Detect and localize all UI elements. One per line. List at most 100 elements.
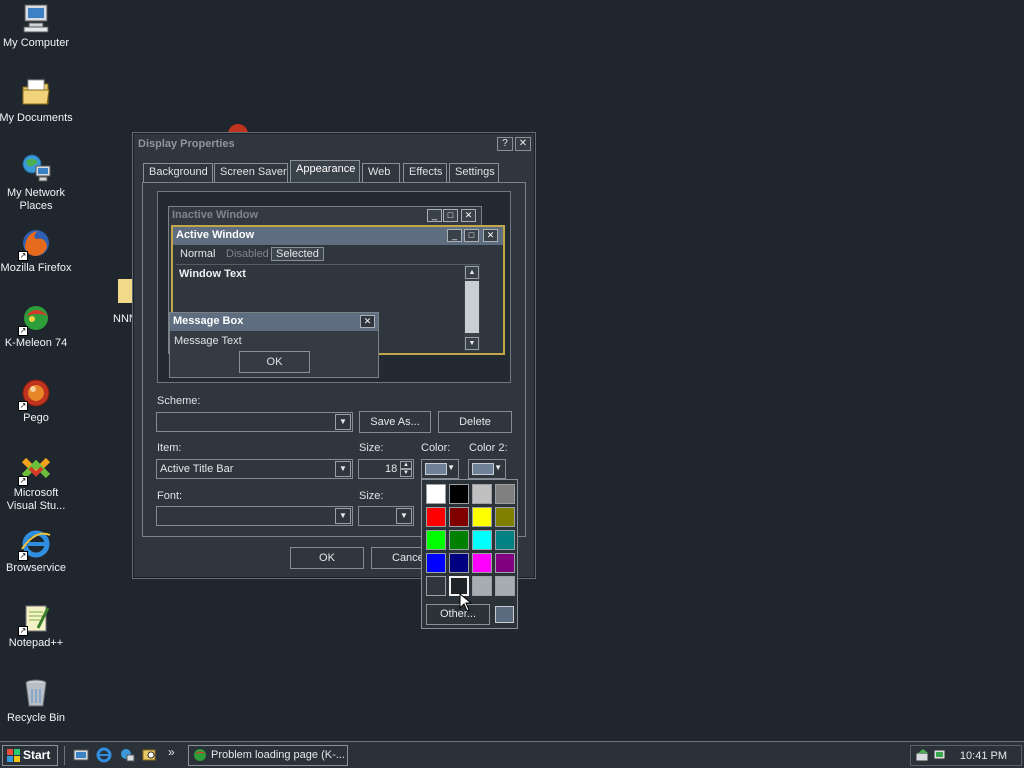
firefox-icon: ↗: [18, 227, 52, 261]
spin-down-icon[interactable]: ▼: [400, 469, 412, 477]
font-label: Font:: [157, 490, 183, 502]
tab-web[interactable]: Web: [362, 163, 400, 182]
other-color-button[interactable]: Other...: [426, 604, 490, 625]
shortcut-arrow-icon: ↗: [18, 626, 28, 636]
chevron-down-icon[interactable]: ▼: [396, 508, 412, 524]
preview-scrollbar[interactable]: ▲ ▼: [464, 265, 480, 351]
palette-color-swatch[interactable]: [472, 530, 492, 550]
show-desktop-icon[interactable]: [73, 747, 89, 763]
minimize-icon: _: [447, 229, 462, 242]
tab-background[interactable]: Background: [143, 163, 213, 182]
taskbar-button-problem-loading[interactable]: Problem loading page (K-...: [188, 745, 348, 766]
menu-normal[interactable]: Normal: [176, 247, 219, 261]
clock[interactable]: 10:41 PM: [960, 750, 1007, 762]
palette-color-swatch[interactable]: [449, 507, 469, 527]
preview-message-box[interactable]: Message Box ✕ Message Text OK: [169, 312, 379, 378]
scroll-up-icon[interactable]: ▲: [465, 266, 479, 279]
palette-color-swatch[interactable]: [426, 484, 446, 504]
delete-button[interactable]: Delete: [438, 411, 512, 433]
palette-color-swatch[interactable]: [495, 484, 515, 504]
palette-color-swatch[interactable]: [495, 530, 515, 550]
search-icon[interactable]: [142, 747, 158, 763]
desktop-icon-network-places[interactable]: My Network Places: [0, 152, 74, 213]
window-text: Window Text: [179, 268, 246, 280]
palette-color-swatch[interactable]: [426, 576, 446, 596]
palette-color-swatch[interactable]: [426, 553, 446, 573]
tray-network-icon[interactable]: [933, 748, 948, 763]
menu-disabled[interactable]: Disabled: [222, 247, 273, 261]
palette-color-swatch[interactable]: [449, 553, 469, 573]
item-value: Active Title Bar: [160, 463, 234, 475]
scheme-label: Scheme:: [157, 395, 201, 407]
spin-up-icon[interactable]: ▲: [400, 461, 412, 469]
desktop-icon-my-computer[interactable]: My Computer: [0, 2, 74, 50]
shortcut-arrow-icon: ↗: [18, 476, 28, 486]
custom-color-swatch[interactable]: [495, 606, 514, 623]
palette-color-swatch[interactable]: [472, 507, 492, 527]
palette-color-swatch[interactable]: [426, 530, 446, 550]
desktop-icon-notepadpp[interactable]: ↗ Notepad++: [0, 602, 74, 650]
palette-color-swatch[interactable]: [495, 576, 515, 596]
scroll-thumb[interactable]: [465, 281, 479, 333]
tab-settings[interactable]: Settings: [449, 163, 499, 182]
palette-color-swatch[interactable]: [495, 553, 515, 573]
scheme-select[interactable]: ▼: [156, 412, 353, 432]
palette-color-swatch[interactable]: [472, 576, 492, 596]
help-button[interactable]: ?: [497, 137, 513, 151]
menu-selected[interactable]: Selected: [271, 247, 324, 261]
desktop-icon-kmeleon[interactable]: ↗ K-Meleon 74: [0, 302, 74, 350]
minimize-icon: _: [427, 209, 442, 222]
item-select[interactable]: Active Title Bar ▼: [156, 459, 353, 479]
tab-screen-saver[interactable]: Screen Saver: [214, 163, 288, 182]
tray-app-icon[interactable]: [915, 748, 930, 763]
notepad-icon: ↗: [18, 602, 52, 636]
start-button[interactable]: Start: [2, 745, 58, 766]
desktop-icon-visual-studio[interactable]: ↗ Microsoft Visual Stu...: [0, 452, 74, 513]
close-button[interactable]: ✕: [515, 137, 531, 151]
color2-label: Color 2:: [469, 442, 508, 454]
chevron-down-icon: ▼: [447, 463, 455, 472]
palette-color-swatch[interactable]: [472, 484, 492, 504]
title-bar[interactable]: Display Properties ? ✕: [135, 135, 533, 155]
chevron-down-icon: ▼: [494, 463, 502, 472]
tab-appearance[interactable]: Appearance: [290, 160, 360, 182]
ok-button[interactable]: OK: [290, 547, 364, 569]
visual-studio-icon: ↗: [18, 452, 52, 486]
network-icon[interactable]: [119, 747, 135, 763]
desktop-icon-my-documents[interactable]: My Documents: [0, 77, 74, 125]
desktop-icon-firefox[interactable]: ↗ Mozilla Firefox: [0, 227, 74, 275]
color2-picker-button[interactable]: ▼: [468, 459, 506, 479]
palette-color-swatch[interactable]: [495, 507, 515, 527]
desktop-icon-pego[interactable]: ↗ Pego: [0, 377, 74, 425]
folder-icon: [20, 77, 52, 109]
close-icon: ✕: [360, 315, 375, 328]
tab-effects[interactable]: Effects: [403, 163, 447, 182]
color-swatch: [425, 463, 447, 475]
font-size-label: Size:: [359, 490, 384, 502]
windows-logo-icon: [7, 749, 20, 762]
desktop-icon-browservice[interactable]: ↗ Browservice: [0, 527, 74, 575]
palette-color-swatch[interactable]: [426, 507, 446, 527]
chevron-down-icon[interactable]: ▼: [335, 461, 351, 477]
font-select[interactable]: ▼: [156, 506, 353, 526]
chevron-down-icon[interactable]: ▼: [335, 508, 351, 524]
ie-icon[interactable]: [96, 747, 112, 763]
desktop-icon-recycle-bin[interactable]: Recycle Bin: [0, 677, 74, 725]
palette-color-swatch[interactable]: [449, 484, 469, 504]
mouse-cursor-icon: [459, 593, 473, 612]
appearance-preview[interactable]: Inactive Window _ □ ✕ Active Window _ □ …: [157, 191, 511, 383]
save-as-button[interactable]: Save As...: [359, 411, 431, 433]
color-picker-button[interactable]: ▼: [421, 459, 459, 479]
item-size-spinner[interactable]: 18 ▲ ▼: [358, 459, 414, 479]
scroll-down-icon[interactable]: ▼: [465, 337, 479, 350]
message-box-ok-button[interactable]: OK: [239, 351, 310, 373]
item-size-label: Size:: [359, 442, 384, 454]
chevron-down-icon[interactable]: ▼: [335, 414, 351, 430]
quick-launch-chevron[interactable]: »: [168, 745, 175, 759]
font-size-select[interactable]: ▼: [358, 506, 414, 526]
recycle-bin-icon: [20, 677, 52, 709]
palette-color-swatch[interactable]: [472, 553, 492, 573]
window-title: Display Properties: [138, 138, 235, 150]
maximize-icon: □: [464, 229, 479, 242]
palette-color-swatch[interactable]: [449, 530, 469, 550]
